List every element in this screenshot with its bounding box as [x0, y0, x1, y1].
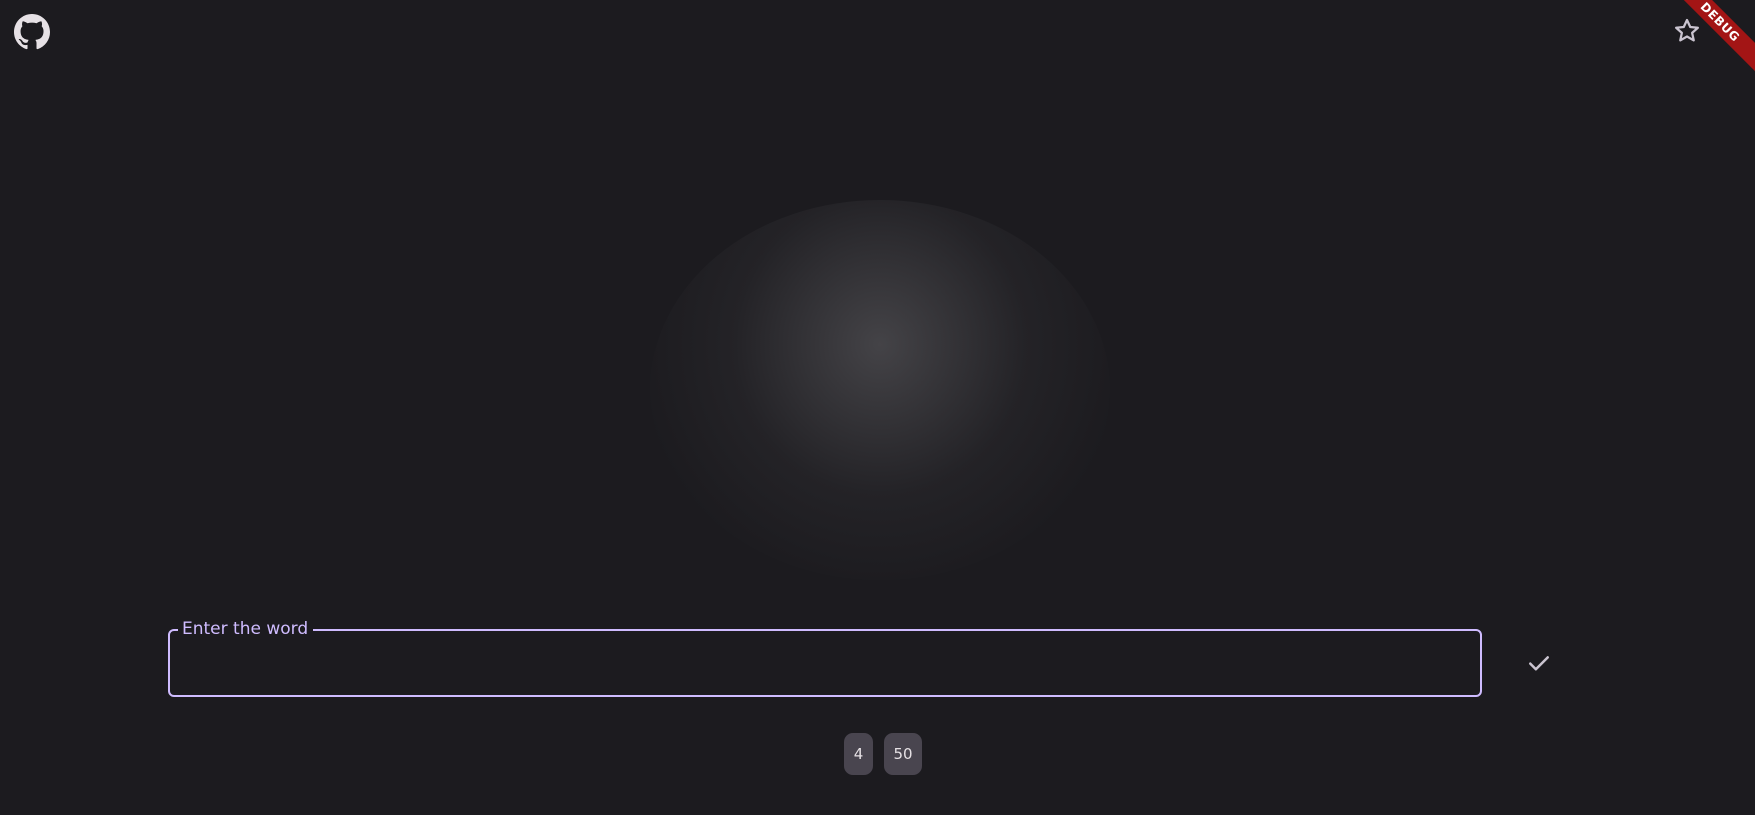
word-input-field: Enter the word: [168, 619, 1482, 697]
word-input-label: Enter the word: [178, 619, 314, 639]
word-input[interactable]: [182, 649, 1466, 679]
stat-chip-second: 50: [884, 733, 922, 775]
star-outline-icon: [1675, 18, 1699, 42]
app-root: DEBUG Enter the word 4 50: [0, 0, 1755, 815]
check-icon: [1529, 656, 1549, 671]
stat-chip-first: 4: [844, 733, 873, 775]
github-button[interactable]: [14, 14, 50, 50]
submit-word-button[interactable]: [1524, 648, 1558, 678]
favorite-button[interactable]: [1672, 16, 1702, 46]
center-glow: [650, 200, 1110, 580]
github-icon: [14, 14, 50, 50]
